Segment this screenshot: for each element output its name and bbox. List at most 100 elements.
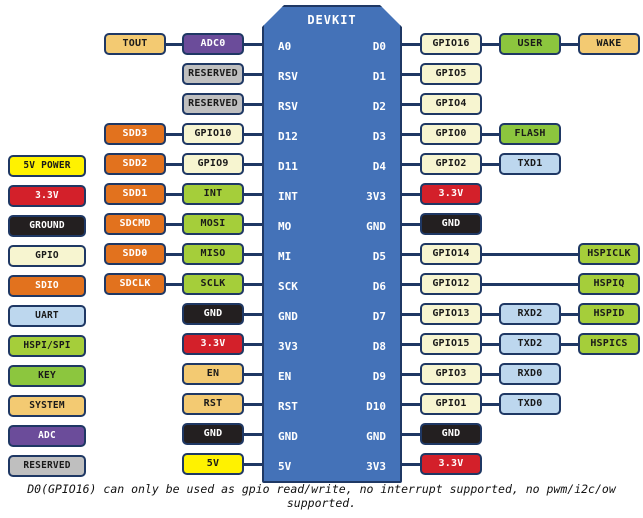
chip-pin-right-3: D3 (372, 129, 386, 143)
wire-right-to-c3-8 (480, 282, 582, 286)
chip-pin-right-0: D0 (372, 39, 386, 53)
wire-right-c1-c2-0 (480, 42, 501, 46)
wire-left-c2-chip-14 (242, 462, 264, 466)
right-gpio-gpio12-8[interactable]: GPIO12 (420, 273, 482, 295)
right-gpio-gpio15-10[interactable]: GPIO15 (420, 333, 482, 355)
wire-chip-right-c1-6 (400, 222, 422, 226)
right-func-flash-3[interactable]: FLASH (499, 123, 561, 145)
wire-left-c2-chip-1 (242, 72, 264, 76)
chip-title: DEVKIT (307, 13, 357, 27)
right-func-rxd2-9[interactable]: RXD2 (499, 303, 561, 325)
legend-item-ground[interactable]: GROUND (8, 215, 86, 237)
wire-chip-right-c1-14 (400, 462, 422, 466)
chip-pin-left-13: GND (278, 429, 298, 443)
chip-pin-right-9: D7 (372, 309, 386, 323)
right-func-rxd0-11[interactable]: RXD0 (499, 363, 561, 385)
wire-right-c1-c2-10 (480, 342, 501, 346)
footer-note: D0(GPIO16) can only be used as gpio read… (27, 482, 616, 510)
left-func-rst-12[interactable]: RST (182, 393, 244, 415)
right-gpio-gpio0-3[interactable]: GPIO0 (420, 123, 482, 145)
right-gpio-gpio2-4[interactable]: GPIO2 (420, 153, 482, 175)
left-func-gnd-13[interactable]: GND (182, 423, 244, 445)
legend-item-sdio[interactable]: SDIO (8, 275, 86, 297)
left-func-5v-14[interactable]: 5V (182, 453, 244, 475)
left-func-adc0-0[interactable]: ADC0 (182, 33, 244, 55)
right-gpio-gpio1-12[interactable]: GPIO1 (420, 393, 482, 415)
left-func-miso-7[interactable]: MISO (182, 243, 244, 265)
right-gpio-3-3v-5[interactable]: 3.3V (420, 183, 482, 205)
wire-chip-right-c1-12 (400, 402, 422, 406)
right-gpio-gpio13-9[interactable]: GPIO13 (420, 303, 482, 325)
right-gpio-gpio3-11[interactable]: GPIO3 (420, 363, 482, 385)
wire-left-c2-chip-5 (242, 192, 264, 196)
wire-left-c2-chip-7 (242, 252, 264, 256)
left-alt-sdcmd-6[interactable]: SDCMD (104, 213, 166, 235)
left-alt-sdd2-4[interactable]: SDD2 (104, 153, 166, 175)
chip-pin-left-6: MO (278, 219, 292, 233)
legend-item-system[interactable]: SYSTEM (8, 395, 86, 417)
left-func-mosi-6[interactable]: MOSI (182, 213, 244, 235)
chip-pin-left-8: SCK (278, 279, 298, 293)
chip-pin-left-1: RSV (278, 69, 298, 83)
right-alt-hspics-10[interactable]: HSPICS (578, 333, 640, 355)
wire-chip-right-c1-11 (400, 372, 422, 376)
chip-pin-left-2: RSV (278, 99, 298, 113)
left-func-gpio10-3[interactable]: GPIO10 (182, 123, 244, 145)
right-func-user-0[interactable]: USER (499, 33, 561, 55)
legend-item-uart[interactable]: UART (8, 305, 86, 327)
wire-left-c1-c2-4 (164, 162, 184, 166)
pinout-diagram: DEVKIT A0 RSV RSV D12 D11 INT MO MI SCK GND 3V3 EN RS… (0, 0, 643, 518)
right-gpio-gpio4-2[interactable]: GPIO4 (420, 93, 482, 115)
left-alt-sdd0-7[interactable]: SDD0 (104, 243, 166, 265)
right-func-txd2-10[interactable]: TXD2 (499, 333, 561, 355)
wire-left-c2-chip-0 (242, 42, 264, 46)
wire-left-c1-c2-7 (164, 252, 184, 256)
left-alt-sdclk-8[interactable]: SDCLK (104, 273, 166, 295)
right-gpio-gpio5-1[interactable]: GPIO5 (420, 63, 482, 85)
left-func-gnd-9[interactable]: GND (182, 303, 244, 325)
right-gpio-gpio14-7[interactable]: GPIO14 (420, 243, 482, 265)
chip-pin-left-5: INT (278, 189, 298, 203)
wire-right-c1-c2-3 (480, 132, 501, 136)
wire-right-to-c3-7 (480, 252, 582, 256)
legend-item-3-3v[interactable]: 3.3V (8, 185, 86, 207)
right-gpio-3-3v-14[interactable]: 3.3V (420, 453, 482, 475)
right-alt-hspiclk-7[interactable]: HSPICLK (578, 243, 640, 265)
left-alt-sdd1-5[interactable]: SDD1 (104, 183, 166, 205)
left-alt-tout-0[interactable]: TOUT (104, 33, 166, 55)
right-func-txd0-12[interactable]: TXD0 (499, 393, 561, 415)
chip-pin-left-7: MI (278, 249, 292, 263)
wire-right-c1-c2-12 (480, 402, 501, 406)
right-gpio-gnd-13[interactable]: GND (420, 423, 482, 445)
right-func-txd1-4[interactable]: TXD1 (499, 153, 561, 175)
legend-item-gpio[interactable]: GPIO (8, 245, 86, 267)
right-gpio-gpio16-0[interactable]: GPIO16 (420, 33, 482, 55)
right-alt-hspiq-8[interactable]: HSPIQ (578, 273, 640, 295)
wire-chip-right-c1-9 (400, 312, 422, 316)
legend-item-5v-power[interactable]: 5V POWER (8, 155, 86, 177)
left-func-reserved-1[interactable]: RESERVED (182, 63, 244, 85)
legend-item-adc[interactable]: ADC (8, 425, 86, 447)
chip-pin-right-7: D5 (372, 249, 386, 263)
legend-item-key[interactable]: KEY (8, 365, 86, 387)
right-gpio-gnd-6[interactable]: GND (420, 213, 482, 235)
left-func-en-11[interactable]: EN (182, 363, 244, 385)
chip-pin-right-6: GND (366, 219, 386, 233)
right-alt-wake-0[interactable]: WAKE (578, 33, 640, 55)
wire-chip-right-c1-10 (400, 342, 422, 346)
chip-pin-left-3: D12 (278, 129, 298, 143)
wire-chip-right-c1-4 (400, 162, 422, 166)
wire-left-c2-chip-4 (242, 162, 264, 166)
chip-pin-right-10: D8 (372, 339, 386, 353)
left-func-reserved-2[interactable]: RESERVED (182, 93, 244, 115)
left-func-int-5[interactable]: INT (182, 183, 244, 205)
left-func-gpio9-4[interactable]: GPIO9 (182, 153, 244, 175)
right-alt-hspid-9[interactable]: HSPID (578, 303, 640, 325)
chip-pin-left-14: 5V (278, 459, 292, 473)
wire-chip-right-c1-0 (400, 42, 422, 46)
left-alt-sdd3-3[interactable]: SDD3 (104, 123, 166, 145)
legend-item-hspi-spi[interactable]: HSPI/SPI (8, 335, 86, 357)
left-func-sclk-8[interactable]: SCLK (182, 273, 244, 295)
left-func-3-3v-10[interactable]: 3.3V (182, 333, 244, 355)
legend-item-reserved[interactable]: RESERVED (8, 455, 86, 477)
